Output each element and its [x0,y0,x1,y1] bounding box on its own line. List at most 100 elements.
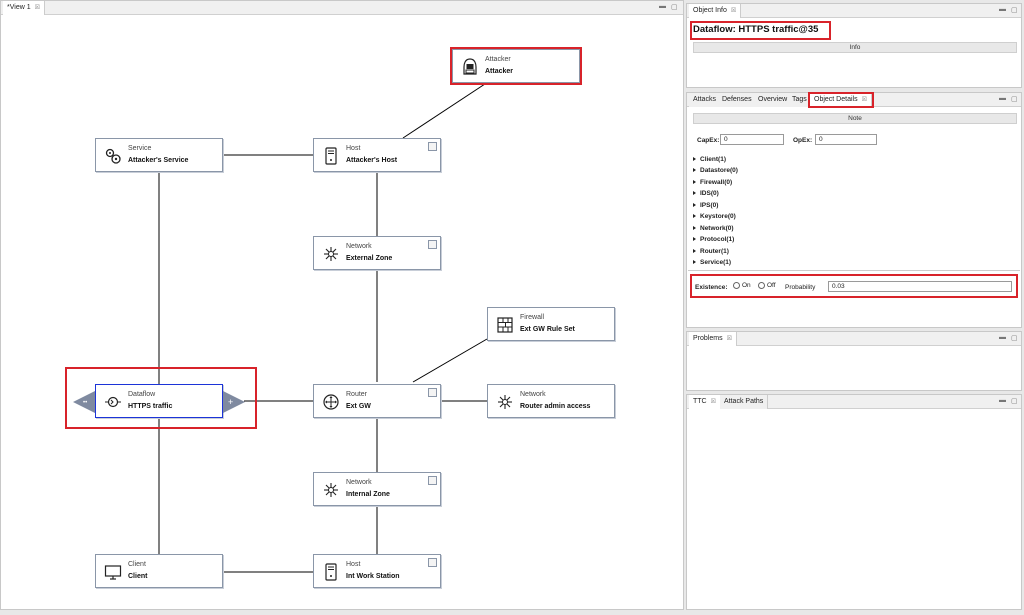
network-icon [324,247,338,261]
node-name-label: External Zone [346,255,393,262]
object-info-pane: Object Info ☒ ▬ ▢ Dataflow: HTTPS traffic… [686,3,1022,88]
existence-highlight [690,274,1018,298]
ttc-pane: TTC ☒ Attack Paths ▬ ▢ [686,394,1022,610]
node-type-label: Host [346,145,361,152]
node-name-label: Attacker's Service [128,157,189,164]
node-router-admin-access[interactable]: Network Router admin access [487,384,615,418]
tree-item-network[interactable]: Network(0) [693,225,734,232]
node-router[interactable]: Router Ext GW [313,384,441,418]
expand-triangle-icon [693,249,696,254]
expand-triangle-icon [693,168,696,173]
tab-ttc-label: TTC [693,398,707,405]
maximize-icon[interactable]: ▢ [1011,6,1018,14]
tree-item-service[interactable]: Service(1) [693,259,731,266]
model-editor: *View 1 ☒ ▬ ▢ Attacker Attacker Service … [0,0,684,610]
diagram-canvas[interactable]: Attacker Attacker Service Attacker's Ser… [1,16,685,611]
node-type-label: Host [346,561,361,568]
gears-icon [105,148,121,164]
object-details-tab-highlight [808,92,874,108]
maximize-icon[interactable]: ▢ [1011,95,1018,103]
minimize-icon[interactable]: ▬ [999,334,1006,341]
tree-item-ips[interactable]: IPS(0) [693,202,718,209]
tab-object-info-label: Object Info [693,7,727,14]
opex-field[interactable]: 0 [815,134,877,145]
node-client[interactable]: Client Client [95,554,223,588]
node-name-label: Int Work Station [346,573,400,580]
node-name-label: Router admin access [520,403,591,410]
node-internal-zone[interactable]: Network Internal Zone [313,472,441,506]
tab-view-1-label: *View 1 [7,4,31,11]
maximize-icon[interactable]: ▢ [671,3,678,11]
node-type-label: Firewall [520,314,545,321]
expand-triangle-icon [693,237,696,242]
expand-icon[interactable] [428,558,437,567]
node-external-zone[interactable]: Network External Zone [313,236,441,270]
minimize-icon[interactable]: ▬ [999,397,1006,404]
node-name-label: Client [128,573,148,580]
node-attackers-host[interactable]: Host Attacker's Host [313,138,441,172]
router-icon [323,394,339,410]
minimize-icon[interactable]: ▬ [999,95,1006,102]
object-title-highlight [690,21,831,40]
tab-problems-label: Problems [693,335,723,342]
expand-icon[interactable] [428,388,437,397]
expand-triangle-icon [693,226,696,231]
attacker-highlight [450,47,582,85]
close-icon[interactable]: ☒ [711,399,716,405]
node-firewall[interactable]: Firewall Ext GW Rule Set [487,307,615,341]
divider [688,270,1020,271]
tab-object-info[interactable]: Object Info ☒ [689,4,742,18]
opex-label: OpEx: [793,137,813,144]
minimize-icon[interactable]: ▬ [999,6,1006,13]
server-icon [325,563,337,581]
node-type-label: Service [128,145,152,152]
expand-triangle-icon [693,191,696,196]
node-name-label: Ext GW [346,403,371,410]
ttc-tabbar: TTC ☒ Attack Paths ▬ ▢ [687,395,1021,409]
node-type-label: Network [346,479,372,486]
problems-pane: Problems ☒ ▬ ▢ [686,331,1022,391]
note-button[interactable]: Note [693,113,1017,124]
server-icon [325,147,337,165]
tree-item-protocol[interactable]: Protocol(1) [693,236,734,243]
node-name-label: Attacker's Host [346,157,398,164]
maximize-icon[interactable]: ▢ [1011,334,1018,342]
expand-triangle-icon [693,260,696,265]
tree-item-datastore[interactable]: Datastore(0) [693,167,738,174]
tree-item-ids[interactable]: IDS(0) [693,190,719,197]
tab-attack-paths[interactable]: Attack Paths [720,395,769,409]
edge-firewall-router [412,338,488,383]
maximize-icon[interactable]: ▢ [1011,397,1018,405]
tab-overview[interactable]: Overview [754,93,793,107]
capex-label: CapEx: [697,137,720,144]
tree-item-router[interactable]: Router(1) [693,248,729,255]
tab-problems[interactable]: Problems ☒ [689,332,737,346]
expand-triangle-icon [693,180,696,185]
tab-attacks[interactable]: Attacks [689,93,721,107]
info-button[interactable]: Info [693,42,1017,53]
node-type-label: Network [346,243,372,250]
minimize-icon[interactable]: ▬ [659,3,666,10]
tree-item-keystore[interactable]: Keystore(0) [693,213,736,220]
close-icon[interactable]: ☒ [731,8,736,14]
expand-triangle-icon [693,203,696,208]
close-icon[interactable]: ☒ [35,5,40,11]
tab-ttc[interactable]: TTC ☒ [689,395,721,409]
tree-item-client[interactable]: Client(1) [693,156,726,163]
expand-icon[interactable] [428,240,437,249]
object-info-tabbar: Object Info ☒ ▬ ▢ [687,4,1021,18]
edge-attacker-host [402,79,492,139]
node-service[interactable]: Service Attacker's Service [95,138,223,172]
firewall-icon [497,317,513,333]
network-icon [498,395,512,409]
network-icon [324,483,338,497]
tab-defenses[interactable]: Defenses [718,93,757,107]
expand-icon[interactable] [428,476,437,485]
capex-field[interactable]: 0 [720,134,784,145]
tree-item-firewall[interactable]: Firewall(0) [693,179,732,186]
node-type-label: Network [520,391,546,398]
expand-icon[interactable] [428,142,437,151]
node-int-work-station[interactable]: Host Int Work Station [313,554,441,588]
close-icon[interactable]: ☒ [727,336,732,342]
tab-view-1[interactable]: *View 1 ☒ [3,1,45,15]
